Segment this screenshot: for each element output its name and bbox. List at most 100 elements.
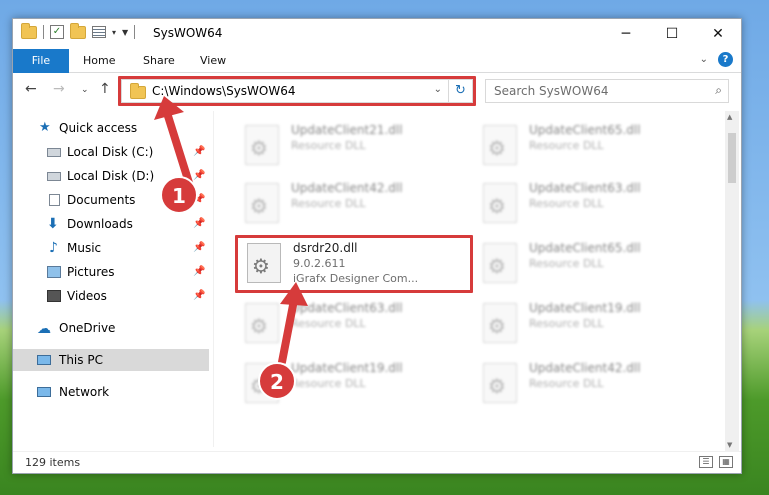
dll-file-icon: [483, 363, 517, 403]
nav-item-pictures[interactable]: Pictures 📌: [13, 261, 209, 283]
file-name: UpdateClient65.dll: [529, 123, 641, 137]
nav-item-label: Music: [67, 241, 102, 255]
file-item[interactable]: UpdateClient65.dll Resource DLL: [471, 119, 701, 169]
forward-arrow-icon[interactable]: →: [53, 81, 65, 97]
file-name: UpdateClient63.dll: [529, 181, 641, 195]
search-icon[interactable]: ⌕: [715, 83, 722, 98]
back-arrow-icon[interactable]: ←: [25, 81, 37, 97]
new-folder-icon[interactable]: [70, 22, 86, 39]
details-view-icon[interactable]: ☰: [699, 456, 713, 468]
file-name: UpdateClient21.dll: [291, 123, 403, 137]
explorer-window: ✓ ▾ ▼ SysWOW64 ─ ☐ ✕ File Home Share Vie…: [12, 18, 742, 474]
large-icons-view-icon[interactable]: ▦: [719, 456, 733, 468]
dll-file-icon: [245, 125, 279, 165]
drive-icon: [47, 148, 61, 157]
nav-item-music[interactable]: ♪ Music 📌: [13, 237, 209, 259]
scroll-up-icon[interactable]: ▲: [727, 113, 732, 121]
separator: [134, 25, 136, 39]
quick-access-toolbar: ✓ ▾ ▼: [21, 22, 136, 39]
nav-item-label: Local Disk (D:): [67, 169, 155, 183]
file-description: Resource DLL: [529, 139, 604, 152]
nav-item-videos[interactable]: Videos 📌: [13, 285, 209, 307]
file-item[interactable]: UpdateClient65.dll Resource DLL: [471, 237, 701, 287]
tab-view[interactable]: View: [200, 49, 226, 73]
item-count: 129 items: [25, 456, 81, 469]
drive-icon: [47, 172, 61, 181]
window-title: SysWOW64: [153, 26, 223, 40]
network-icon: [37, 387, 51, 397]
file-item[interactable]: UpdateClient42.dll Resource DLL: [471, 357, 701, 407]
file-list: UpdateClient21.dll Resource DLL UpdateCl…: [223, 111, 723, 451]
minimize-button[interactable]: ─: [603, 19, 649, 49]
chevron-down-icon[interactable]: ▾: [112, 28, 116, 37]
nav-item-label: Pictures: [67, 265, 115, 279]
dll-file-icon: [483, 243, 517, 283]
dll-file-icon: [483, 183, 517, 223]
status-bar: 129 items ☰ ▦: [13, 451, 741, 473]
file-description: Resource DLL: [529, 377, 604, 390]
file-name: UpdateClient19.dll: [529, 301, 641, 315]
nav-item-label: Network: [59, 385, 110, 399]
scroll-down-icon[interactable]: ▼: [727, 441, 732, 449]
file-item[interactable]: UpdateClient42.dll Resource DLL: [233, 177, 463, 227]
close-button[interactable]: ✕: [695, 19, 741, 49]
cloud-icon: ☁: [37, 321, 51, 337]
properties-icon[interactable]: [92, 26, 106, 38]
file-description: Resource DLL: [529, 317, 604, 330]
file-description: Resource DLL: [529, 197, 604, 210]
up-arrow-icon[interactable]: ↑: [99, 81, 111, 97]
pictures-icon: [47, 266, 61, 278]
nav-item-label: Videos: [67, 289, 107, 303]
file-description: Resource DLL: [291, 197, 366, 210]
folder-icon: [21, 22, 37, 39]
tab-home[interactable]: Home: [83, 49, 115, 73]
nav-item-label: Downloads: [67, 217, 133, 231]
pin-icon[interactable]: 📌: [193, 285, 205, 307]
nav-item-this-pc[interactable]: This PC: [13, 349, 209, 371]
vertical-scrollbar[interactable]: ▲ ▼: [725, 111, 739, 451]
pane-divider[interactable]: [213, 111, 214, 447]
pin-icon[interactable]: 📌: [193, 261, 205, 283]
maximize-button[interactable]: ☐: [649, 19, 695, 49]
expand-ribbon-icon[interactable]: ⌄: [700, 54, 708, 65]
file-name: UpdateClient65.dll: [529, 241, 641, 255]
arrow-to-file: [278, 282, 308, 366]
documents-icon: [49, 194, 60, 206]
pin-icon[interactable]: 📌: [193, 237, 205, 259]
nav-item-downloads[interactable]: ⬇ Downloads 📌: [13, 213, 209, 235]
nav-item-onedrive[interactable]: ☁ OneDrive: [13, 317, 209, 339]
search-placeholder: Search SysWOW64: [494, 84, 609, 98]
star-icon: ★: [39, 120, 51, 135]
file-item[interactable]: UpdateClient21.dll Resource DLL: [233, 119, 463, 169]
nav-item-network[interactable]: Network: [13, 381, 209, 403]
customize-toolbar-icon[interactable]: ▼: [122, 28, 128, 37]
file-description: Resource DLL: [291, 377, 366, 390]
file-name: UpdateClient42.dll: [529, 361, 641, 375]
scrollbar-thumb[interactable]: [728, 133, 736, 183]
tab-share[interactable]: Share: [143, 49, 175, 73]
step-badge-1: 1: [160, 176, 198, 214]
nav-item-label: Local Disk (C:): [67, 145, 154, 159]
step-badge-2: 2: [258, 362, 296, 400]
dll-file-icon: [483, 125, 517, 165]
file-description: Resource DLL: [529, 257, 604, 270]
downloads-icon: ⬇: [47, 216, 59, 232]
nav-item-label: Documents: [67, 193, 136, 207]
help-icon[interactable]: ?: [718, 52, 733, 67]
navigation-row: ← → ⌄ ↑ C:\Windows\SysWOW64 ⌄ ↻ Search S…: [13, 75, 741, 107]
file-description: Resource DLL: [291, 139, 366, 152]
recent-locations-chevron-icon[interactable]: ⌄: [81, 85, 89, 95]
search-input[interactable]: Search SysWOW64 ⌕: [485, 79, 729, 103]
nav-item-label: OneDrive: [59, 321, 116, 335]
dll-file-icon: [245, 183, 279, 223]
properties-check-icon[interactable]: ✓: [50, 25, 64, 39]
nav-item-label: Quick access: [59, 121, 138, 135]
pin-icon[interactable]: 📌: [193, 213, 205, 235]
file-item[interactable]: UpdateClient63.dll Resource DLL: [471, 177, 701, 227]
separator: [43, 25, 44, 39]
dll-file-icon: [483, 303, 517, 343]
music-icon: ♪: [49, 240, 58, 256]
file-item[interactable]: UpdateClient19.dll Resource DLL: [471, 297, 701, 347]
tab-file[interactable]: File: [13, 49, 69, 73]
nav-item-label: This PC: [59, 353, 103, 367]
